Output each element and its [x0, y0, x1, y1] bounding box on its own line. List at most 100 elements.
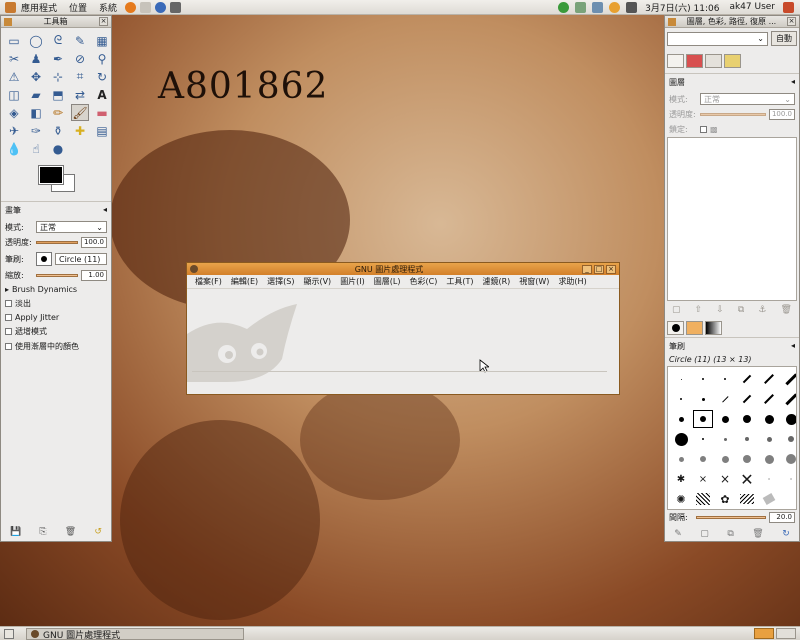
reset-options-icon[interactable]: ↺	[94, 527, 102, 537]
brush-item[interactable]	[759, 450, 779, 468]
brush-item[interactable]: ·	[781, 470, 796, 488]
menu-select[interactable]: 選擇(S)	[267, 276, 294, 287]
brush-item[interactable]: ×	[715, 470, 735, 488]
gradient-color-checkbox[interactable]: 使用漸層中的顏色	[1, 339, 111, 354]
tab-channels-icon[interactable]	[686, 54, 703, 68]
tab-menu-icon[interactable]: ◂	[103, 205, 107, 216]
gimp-window-titlebar[interactable]: GNU 圖片處理程式 _ □ ×	[187, 263, 619, 275]
brush-item[interactable]	[693, 430, 713, 448]
menu-view[interactable]: 顯示(V)	[303, 276, 331, 287]
checkbox[interactable]	[5, 300, 12, 307]
paintbrush-tool-icon[interactable]: 🖌	[71, 104, 89, 121]
brush-item[interactable]	[781, 430, 796, 448]
incremental-checkbox[interactable]: 遞增模式	[1, 324, 111, 339]
new-layer-icon[interactable]: ▢	[672, 305, 681, 315]
spacing-spinbox[interactable]: 20.0	[769, 512, 795, 523]
airbrush-tool-icon[interactable]: ✈	[5, 122, 23, 139]
refresh-brushes-icon[interactable]: ↻	[782, 529, 790, 539]
restore-options-icon[interactable]: ⎘	[39, 527, 46, 537]
brush-item[interactable]	[693, 390, 713, 408]
dock-titlebar[interactable]: 圖層, 色彩, 路徑, 復原 ... ×	[665, 16, 799, 28]
show-desktop-icon[interactable]	[4, 629, 14, 639]
delete-options-icon[interactable]: 🗑	[65, 527, 76, 537]
raise-layer-icon[interactable]: ⇧	[695, 305, 703, 315]
scale-slider[interactable]	[36, 274, 78, 277]
duplicate-brush-icon[interactable]: ⧉	[727, 529, 733, 539]
eraser-tool-icon[interactable]: ▬	[93, 104, 111, 121]
screenshot-icon[interactable]	[170, 1, 182, 13]
delete-brush-icon[interactable]: 🗑	[752, 529, 763, 539]
tab-menu-icon[interactable]: ◂	[791, 341, 795, 352]
brush-item[interactable]	[715, 450, 735, 468]
brush-item[interactable]	[671, 430, 691, 448]
color-picker-tool-icon[interactable]: ⊘	[71, 50, 89, 67]
brush-item[interactable]	[693, 490, 713, 508]
checkbox[interactable]	[5, 328, 12, 335]
brush-item[interactable]	[781, 410, 796, 428]
brush-item[interactable]: ✱	[671, 470, 691, 488]
maximize-icon[interactable]: □	[594, 264, 604, 274]
edit-brush-icon[interactable]: ✎	[674, 529, 682, 539]
brush-item[interactable]: ✿	[715, 490, 735, 508]
color-select-tool-icon[interactable]: ▦	[93, 32, 111, 49]
tab-menu-icon[interactable]: ◂	[791, 77, 795, 88]
text-tool-icon[interactable]: A	[93, 86, 111, 103]
clock[interactable]: 3月7日(六) 11:06	[641, 1, 723, 14]
heal-tool-icon[interactable]: ✚	[71, 122, 89, 139]
system-menu[interactable]: 系統	[93, 1, 123, 14]
align-tool-icon[interactable]: ⊹	[49, 68, 67, 85]
perspective-tool-icon[interactable]: ⬒	[49, 86, 67, 103]
layer-opacity-spinbox[interactable]: 100.0	[769, 109, 795, 120]
auto-button[interactable]: 自動	[771, 31, 797, 46]
perspective-clone-tool-icon[interactable]: ▤	[93, 122, 111, 139]
lock-alpha-icon[interactable]: ▩	[710, 125, 718, 134]
delete-layer-icon[interactable]: 🗑	[780, 305, 791, 315]
scale-tool-icon[interactable]: ◫	[5, 86, 23, 103]
places-menu[interactable]: 位置	[63, 1, 93, 14]
update-icon[interactable]	[558, 1, 570, 13]
opacity-slider[interactable]	[36, 241, 78, 244]
anchor-layer-icon[interactable]: ⚓	[758, 305, 766, 315]
menu-layer[interactable]: 圖層(L)	[374, 276, 401, 287]
close-icon[interactable]: ×	[99, 17, 108, 26]
scale-spinbox[interactable]: 1.00	[81, 270, 107, 281]
brush-preview[interactable]	[36, 252, 52, 266]
tab-brushes-icon[interactable]	[667, 321, 684, 335]
mode-select[interactable]: 正常 ⌄	[36, 221, 107, 233]
email-icon[interactable]	[140, 1, 152, 13]
minimize-icon[interactable]: _	[582, 264, 592, 274]
flip-tool-icon[interactable]: ⇄	[71, 86, 89, 103]
spacing-slider[interactable]	[696, 516, 766, 519]
bucket-fill-tool-icon[interactable]: ◈	[5, 104, 23, 121]
scissors-tool-icon[interactable]: ✂	[5, 50, 23, 67]
layers-list[interactable]	[667, 137, 797, 301]
lock-pixels-checkbox[interactable]	[700, 126, 707, 133]
close-icon[interactable]: ×	[787, 17, 796, 26]
ellipse-select-tool-icon[interactable]: ◯	[27, 32, 45, 49]
brush-dynamics-expander[interactable]: ▸ Brush Dynamics	[1, 283, 111, 296]
menu-filters[interactable]: 濾鏡(R)	[482, 276, 510, 287]
zoom-tool-icon[interactable]: ⚲	[93, 50, 111, 67]
blend-tool-icon[interactable]: ◧	[27, 104, 45, 121]
brush-item[interactable]	[671, 390, 691, 408]
menu-colors[interactable]: 色彩(C)	[410, 276, 438, 287]
menu-edit[interactable]: 編輯(E)	[231, 276, 258, 287]
menu-windows[interactable]: 視窗(W)	[519, 276, 549, 287]
toolbox-titlebar[interactable]: 工具箱 ×	[1, 16, 111, 28]
fuzzy-select-tool-icon[interactable]: ✎	[71, 32, 89, 49]
brush-item[interactable]	[671, 410, 691, 428]
menu-image[interactable]: 圖片(I)	[340, 276, 365, 287]
checkbox[interactable]	[5, 314, 12, 321]
help-icon[interactable]	[155, 1, 167, 13]
brush-item[interactable]	[693, 370, 713, 388]
rotate-tool-icon[interactable]: ↻	[93, 68, 111, 85]
brush-item[interactable]	[759, 430, 779, 448]
image-drop-area[interactable]	[187, 289, 619, 382]
move-tool-icon[interactable]: ✥	[27, 68, 45, 85]
volume-icon[interactable]	[626, 1, 638, 13]
dodge-burn-tool-icon[interactable]: ●	[49, 140, 67, 157]
keyboard-icon[interactable]	[592, 1, 604, 13]
shear-tool-icon[interactable]: ▰	[27, 86, 45, 103]
applications-menu[interactable]: 應用程式	[0, 1, 63, 14]
workspace-1[interactable]	[754, 628, 774, 639]
